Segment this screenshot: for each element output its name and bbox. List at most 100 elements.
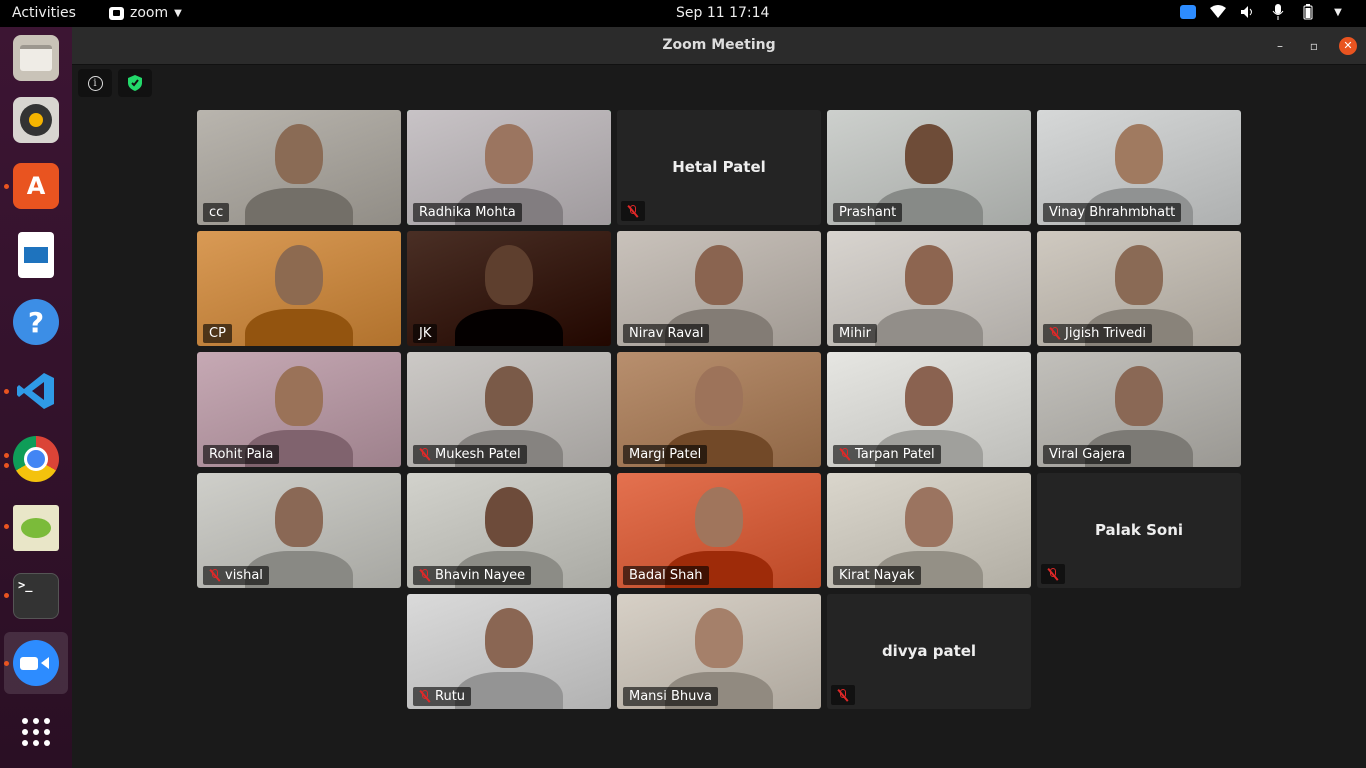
participant-tile[interactable]: Mansi Bhuva (617, 594, 821, 709)
participant-name-label: JK (413, 324, 438, 343)
participant-video-head (695, 366, 743, 426)
mic-muted-icon (1047, 567, 1059, 581)
software-center-icon[interactable]: A (13, 163, 59, 209)
zoom-tray-icon[interactable] (1180, 5, 1196, 19)
writer-icon[interactable] (18, 232, 54, 278)
participant-video-body (245, 309, 353, 346)
window-title: Zoom Meeting (662, 37, 776, 53)
app-menu-label: zoom (130, 5, 169, 21)
running-indicator (4, 453, 9, 458)
participant-tile[interactable]: Mukesh Patel (407, 352, 611, 467)
participant-name-label: Nirav Raval (623, 324, 710, 343)
participant-video-head (275, 487, 323, 547)
participant-tile[interactable]: Badal Shah (617, 473, 821, 588)
mute-indicator (831, 685, 855, 705)
participant-video-head (275, 124, 323, 184)
chrome-icon[interactable] (13, 436, 59, 482)
files-icon[interactable] (13, 35, 59, 81)
show-applications-icon[interactable] (13, 709, 59, 755)
security-button[interactable] (118, 69, 152, 97)
clock[interactable]: Sep 11 17:14 (676, 5, 769, 21)
meeting-info-button[interactable]: i (78, 69, 112, 97)
participant-video-head (695, 487, 743, 547)
participant-name: Vinay Bhrahmbhatt (1049, 205, 1176, 220)
participant-name: CP (209, 326, 226, 341)
participant-tile[interactable]: Tarpan Patel (827, 352, 1031, 467)
participant-video-head (695, 608, 743, 668)
participant-video-head (485, 608, 533, 668)
participant-tile[interactable]: Kirat Nayak (827, 473, 1031, 588)
text-editor-icon[interactable] (13, 505, 59, 551)
participant-name: Nirav Raval (629, 326, 704, 341)
participant-tile[interactable]: Nirav Raval (617, 231, 821, 346)
participant-tile[interactable]: JK (407, 231, 611, 346)
vscode-icon[interactable] (13, 368, 59, 414)
participant-tile[interactable]: Prashant (827, 110, 1031, 225)
participant-name-label: Jigish Trivedi (1043, 324, 1152, 343)
participant-name: Bhavin Nayee (435, 568, 526, 583)
volume-icon[interactable] (1240, 4, 1256, 20)
participant-video-body (455, 672, 563, 709)
participant-tile[interactable]: Margi Patel (617, 352, 821, 467)
participant-tile[interactable]: Vinay Bhrahmbhatt (1037, 110, 1241, 225)
participant-name-label: Prashant (833, 203, 903, 222)
terminal-icon[interactable]: >_ (13, 573, 59, 619)
participant-name-label: Bhavin Nayee (413, 566, 532, 585)
participant-tile[interactable]: Bhavin Nayee (407, 473, 611, 588)
app-menu[interactable]: zoom ▼ (109, 5, 182, 21)
participant-name-label: Mansi Bhuva (623, 687, 718, 706)
close-button[interactable]: ✕ (1339, 37, 1357, 55)
participant-tile[interactable]: CP (197, 231, 401, 346)
participant-tile[interactable]: Radhika Mohta (407, 110, 611, 225)
participant-name-label: Margi Patel (623, 445, 708, 464)
participant-name-label: Radhika Mohta (413, 203, 522, 222)
participant-tile[interactable]: Mihir (827, 231, 1031, 346)
participant-tile[interactable]: Rohit Pala (197, 352, 401, 467)
shield-icon (128, 75, 142, 91)
microphone-icon[interactable] (1270, 4, 1286, 20)
activities-button[interactable]: Activities (12, 5, 76, 21)
participant-name-label: Vinay Bhrahmbhatt (1043, 203, 1182, 222)
title-bar[interactable]: Zoom Meeting – ▫ ✕ (72, 27, 1366, 65)
participant-video-head (1115, 366, 1163, 426)
participant-name-label: Rutu (413, 687, 472, 706)
participant-name-label: cc (203, 203, 230, 222)
participant-video-head (905, 366, 953, 426)
participant-video-body (875, 309, 983, 346)
zoom-icon[interactable] (13, 640, 59, 686)
participant-tile[interactable]: Hetal Patel (617, 110, 821, 225)
participant-video-head (275, 245, 323, 305)
system-tray[interactable]: ▼ (1180, 4, 1346, 20)
rhythmbox-icon[interactable] (13, 97, 59, 143)
mic-muted-icon (419, 448, 431, 461)
participant-tile[interactable]: vishal (197, 473, 401, 588)
mute-indicator (621, 201, 645, 221)
participant-name: Rohit Pala (209, 447, 274, 462)
participant-tile[interactable]: Palak Soni (1037, 473, 1241, 588)
video-feed (407, 231, 611, 346)
participant-name: vishal (225, 568, 263, 583)
participant-tile[interactable]: Jigish Trivedi (1037, 231, 1241, 346)
battery-icon[interactable] (1300, 4, 1316, 20)
info-icon: i (87, 75, 103, 91)
minimize-button[interactable]: – (1271, 37, 1289, 55)
help-icon[interactable]: ? (13, 299, 59, 345)
maximize-button[interactable]: ▫ (1305, 37, 1323, 55)
dock: A ? >_ (0, 27, 72, 768)
participant-name: Jigish Trivedi (1065, 326, 1146, 341)
participant-tile[interactable]: Rutu (407, 594, 611, 709)
participant-tile[interactable]: Viral Gajera (1037, 352, 1241, 467)
wifi-icon[interactable] (1210, 4, 1226, 20)
mic-muted-icon (209, 569, 221, 582)
participant-tile[interactable]: divya patel (827, 594, 1031, 709)
participant-name: Mukesh Patel (435, 447, 521, 462)
chevron-down-icon[interactable]: ▼ (1330, 4, 1346, 20)
participant-name: Viral Gajera (1049, 447, 1126, 462)
running-indicator (4, 389, 9, 394)
participant-video-head (905, 124, 953, 184)
running-indicator (4, 524, 9, 529)
participant-name: Margi Patel (629, 447, 702, 462)
participant-name-label: Badal Shah (623, 566, 709, 585)
participant-video-head (1115, 245, 1163, 305)
participant-tile[interactable]: cc (197, 110, 401, 225)
